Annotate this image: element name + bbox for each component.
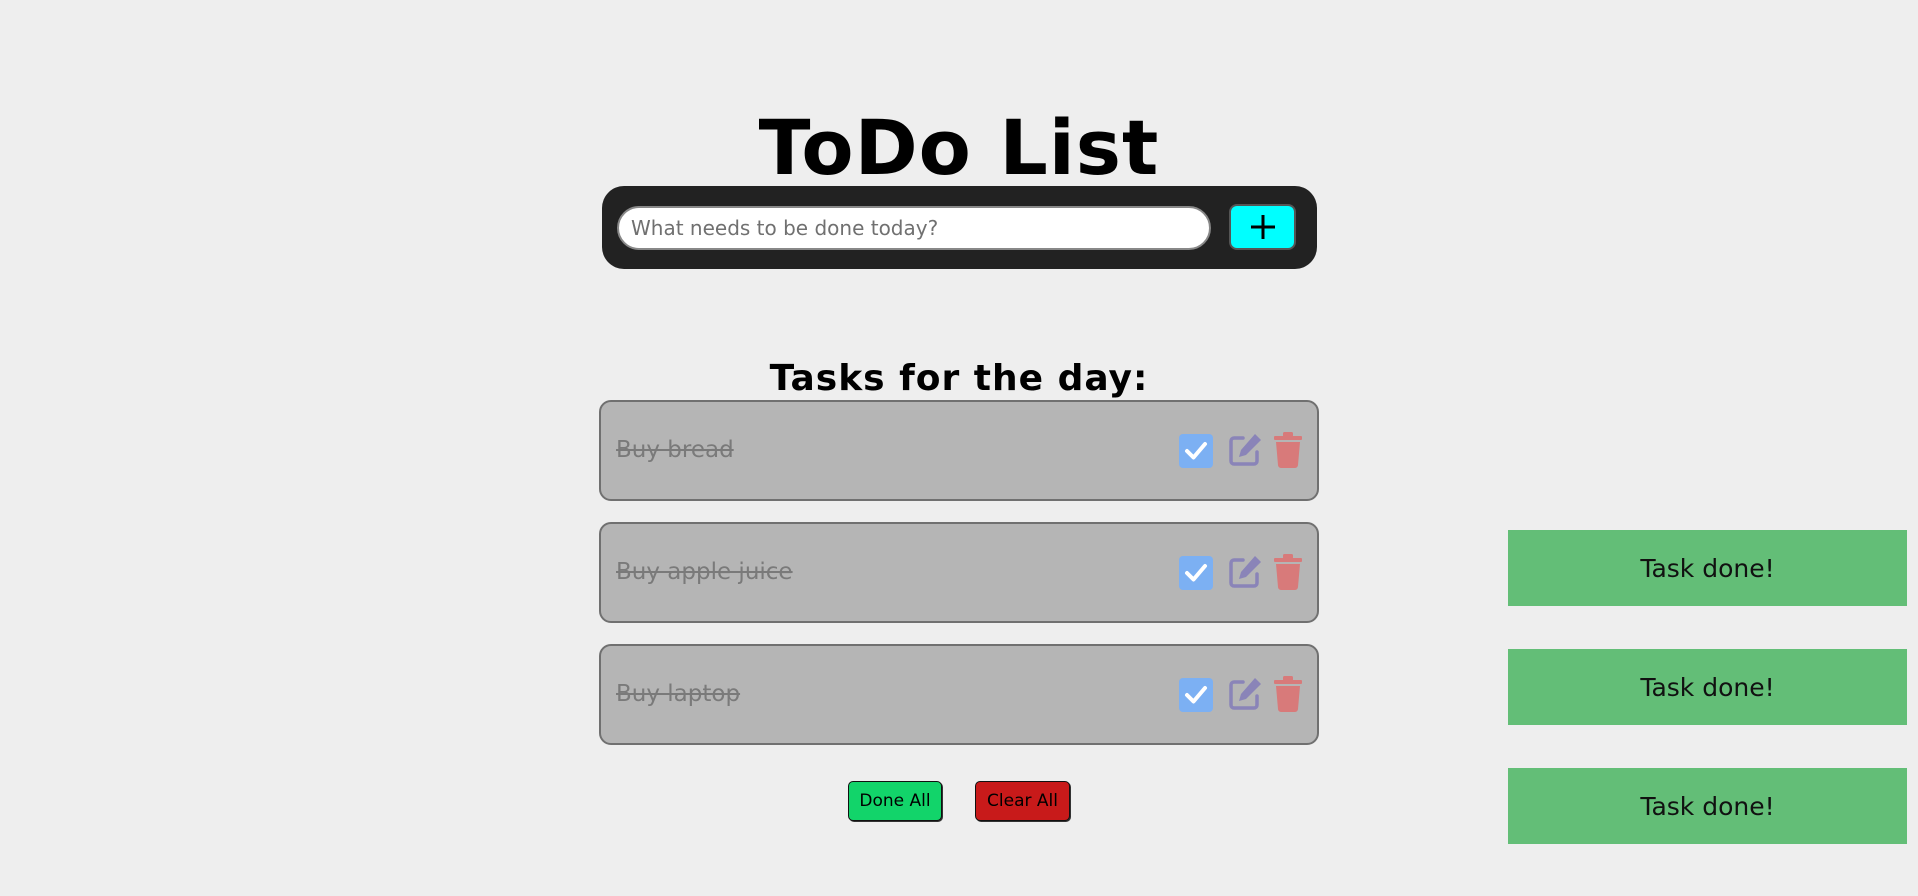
done-all-button[interactable]: Done All <box>848 781 942 821</box>
edit-icon[interactable] <box>1227 554 1263 590</box>
add-task-form <box>602 186 1317 269</box>
task-item: Buy apple juice <box>599 522 1319 623</box>
edit-icon[interactable] <box>1227 432 1263 468</box>
complete-checkbox[interactable] <box>1179 556 1213 590</box>
plus-icon <box>1250 215 1275 239</box>
trash-icon[interactable] <box>1273 554 1303 590</box>
task-item: Buy bread <box>599 400 1319 501</box>
task-input[interactable] <box>617 206 1211 250</box>
trash-icon[interactable] <box>1273 432 1303 468</box>
edit-icon[interactable] <box>1227 676 1263 712</box>
toast-notification: Task done! <box>1508 768 1907 844</box>
task-text: Buy laptop <box>616 681 741 707</box>
clear-all-button[interactable]: Clear All <box>975 781 1070 821</box>
page-title: ToDo List <box>758 102 1160 192</box>
task-item: Buy laptop <box>599 644 1319 745</box>
checkbox-icon <box>1185 686 1207 704</box>
complete-checkbox[interactable] <box>1179 434 1213 468</box>
checkbox-icon <box>1185 564 1207 582</box>
toast-notification: Task done! <box>1508 649 1907 725</box>
trash-icon[interactable] <box>1273 676 1303 712</box>
task-text: Buy bread <box>616 437 734 463</box>
toast-notification: Task done! <box>1508 530 1907 606</box>
tasks-heading: Tasks for the day: <box>769 357 1149 399</box>
add-task-button[interactable] <box>1229 204 1296 250</box>
task-text: Buy apple juice <box>616 559 793 585</box>
complete-checkbox[interactable] <box>1179 678 1213 712</box>
checkbox-icon <box>1185 442 1207 460</box>
